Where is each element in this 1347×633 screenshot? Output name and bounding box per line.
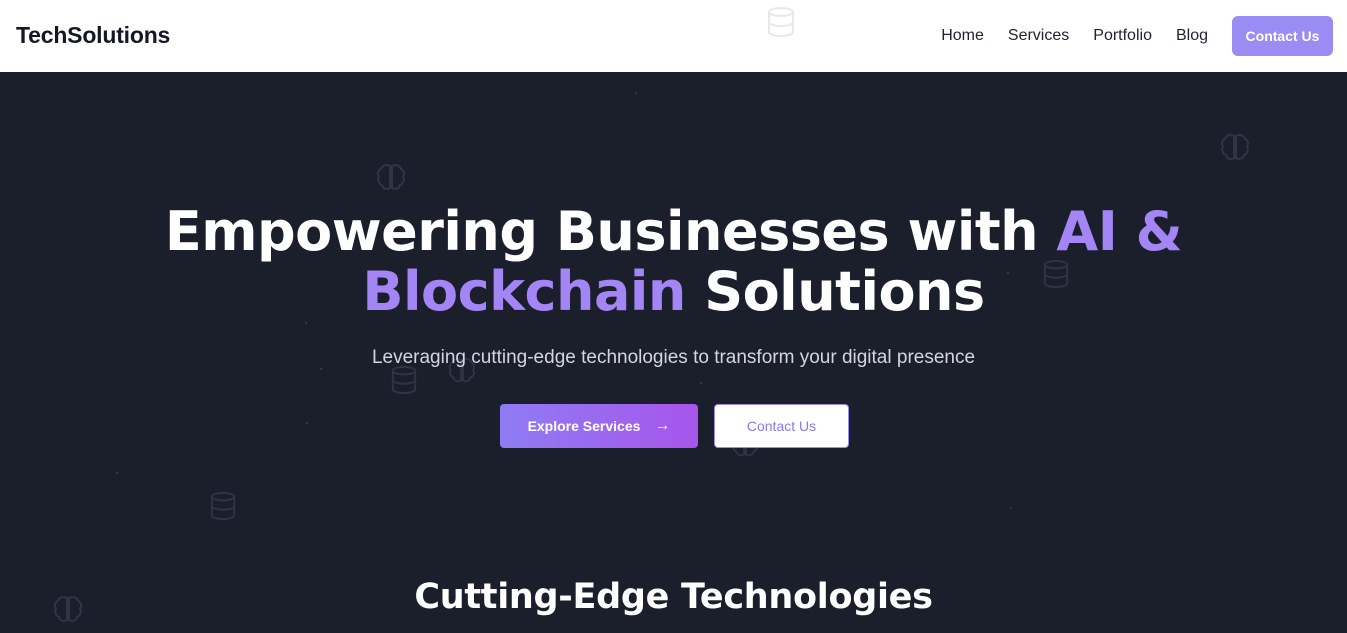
headline-accent-blockchain: Blockchain [362,260,686,323]
brand-logo[interactable]: TechSolutions [16,22,170,49]
navbar: TechSolutions Home Services Portfolio Bl… [0,0,1347,72]
brain-icon [376,162,406,194]
hero-headline: Empowering Businesses with AI & Blockcha… [0,202,1347,322]
database-icon [766,6,796,38]
technologies-section-title: Cutting-Edge Technologies [414,577,933,617]
nav-link-home[interactable]: Home [941,27,984,45]
arrow-right-icon: → [654,417,671,434]
nav-link-services[interactable]: Services [1008,27,1069,45]
nav-links: Home Services Portfolio Blog Contact Us [941,16,1333,56]
hero-section: Empowering Businesses with AI & Blockcha… [0,72,1347,633]
explore-services-button[interactable]: Explore Services → [500,404,698,448]
headline-accent-ai: AI & [1056,200,1183,263]
nav-link-blog[interactable]: Blog [1176,27,1208,45]
nav-contact-button[interactable]: Contact Us [1232,16,1333,56]
headline-text: Empowering Businesses with [164,200,1057,263]
contact-us-button[interactable]: Contact Us [714,404,849,448]
brain-icon [1220,132,1250,164]
hero-buttons: Explore Services → Contact Us [500,404,849,448]
headline-text-solutions: Solutions [685,260,985,323]
nav-link-portfolio[interactable]: Portfolio [1093,27,1152,45]
explore-services-label: Explore Services [527,418,641,434]
database-icon [209,490,237,522]
hero-subtitle: Leveraging cutting-edge technologies to … [371,347,976,368]
